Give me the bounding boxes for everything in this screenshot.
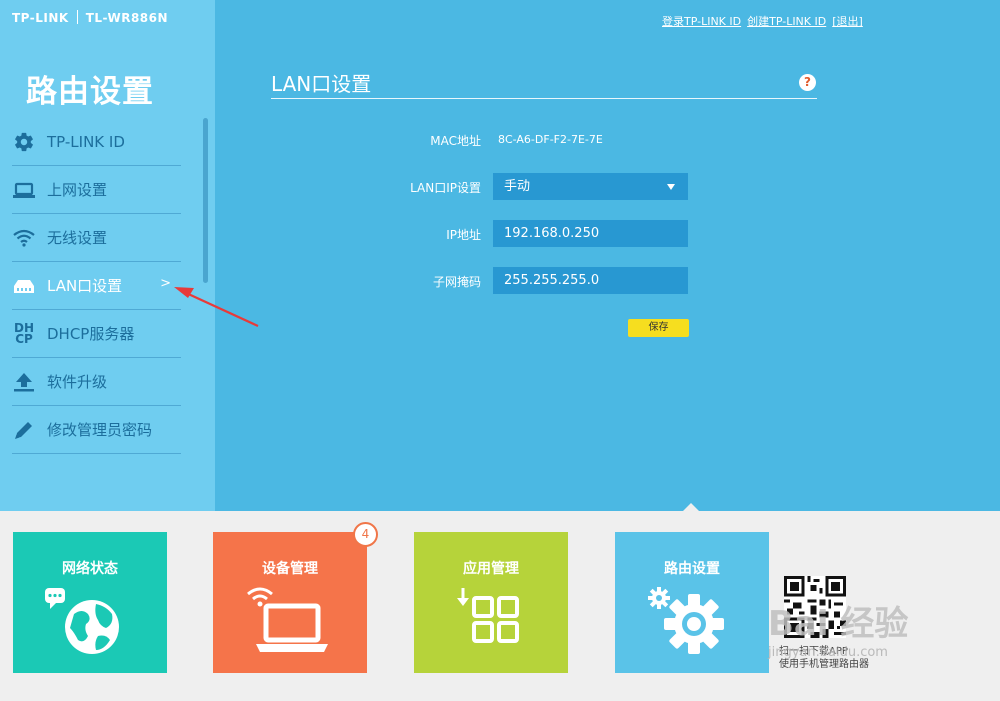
model-name: TL-WR886N	[85, 11, 169, 25]
active-tile-pointer	[683, 503, 699, 511]
laptop-wifi-icon	[247, 587, 328, 652]
upload-icon	[12, 370, 36, 394]
sidebar: TP-LINK TL-WR886N 路由设置 TP-LINK ID 上网设置 无线…	[0, 0, 215, 511]
ip-address-label: IP地址	[446, 228, 481, 242]
logout-link[interactable]: [退出]	[832, 15, 863, 28]
sidebar-item-tp-link-id[interactable]: TP-LINK ID	[12, 118, 181, 166]
router-icon	[12, 274, 36, 298]
page-title: LAN口设置	[271, 72, 372, 96]
sidebar-item-label: LAN口设置	[47, 277, 123, 295]
title-divider	[271, 98, 817, 99]
create-tp-link-id-link[interactable]: 创建TP-LINK ID	[747, 15, 826, 28]
tile-label: 应用管理	[463, 561, 519, 577]
brand: TP-LINK TL-WR886N	[12, 10, 168, 25]
dhcp-icon: DH CP	[13, 320, 34, 346]
sidebar-item-label: 上网设置	[47, 181, 108, 199]
sidebar-item-admin-password[interactable]: 修改管理员密码	[12, 406, 181, 454]
wifi-icon	[12, 226, 36, 250]
tile-app-management[interactable]: 应用管理	[414, 532, 568, 673]
save-button[interactable]: 保存	[628, 319, 689, 337]
qr-caption-line2: 使用手机管理路由器	[779, 659, 869, 670]
laptop-icon	[12, 178, 36, 202]
account-links: 登录TP-LINK ID 创建TP-LINK ID [退出]	[662, 13, 869, 29]
caret-down-icon	[667, 184, 675, 190]
lan-ip-mode-value: 手动	[504, 179, 531, 194]
qr-caption: 扫一扫下载APP 使用手机管理路由器	[779, 645, 869, 671]
gears-icon	[648, 587, 724, 654]
pencil-icon	[12, 418, 36, 442]
subnet-mask-input[interactable]: 255.255.255.0	[493, 267, 688, 294]
tile-device-management[interactable]: 设备管理	[213, 532, 367, 673]
mac-address-label: MAC地址	[430, 134, 481, 148]
tile-label: 设备管理	[262, 561, 318, 577]
sidebar-item-dhcp[interactable]: DH CP DHCP服务器	[12, 310, 181, 358]
sidebar-item-upgrade[interactable]: 软件升级	[12, 358, 181, 406]
apps-grid-icon	[457, 588, 519, 643]
tp-link-logo: TP-LINK	[12, 11, 69, 25]
tile-network-status[interactable]: 网络状态	[13, 532, 167, 673]
sidebar-item-internet[interactable]: 上网设置	[12, 166, 181, 214]
tile-label: 网络状态	[62, 561, 118, 577]
tile-router-settings[interactable]: 路由设置	[615, 532, 769, 673]
qr-caption-line1: 扫一扫下载APP	[779, 646, 848, 657]
mac-address-value: 8C-A6-DF-F2-7E-7E	[498, 133, 603, 146]
subnet-mask-label: 子网掩码	[432, 275, 481, 289]
sidebar-item-label: 无线设置	[47, 229, 108, 247]
sidebar-scrollbar[interactable]	[203, 118, 208, 283]
sidebar-item-label: DHCP服务器	[47, 325, 135, 343]
annotation-arrow-icon	[174, 287, 259, 327]
device-count-badge: 4	[353, 522, 378, 547]
lan-ip-mode-label: LAN口IP设置	[410, 181, 481, 195]
sidebar-nav: TP-LINK ID 上网设置 无线设置 LAN口设置 > DH CP DHCP…	[12, 118, 181, 454]
sidebar-item-lan[interactable]: LAN口设置 >	[12, 262, 181, 310]
gear-icon	[12, 130, 36, 154]
sidebar-item-label: 软件升级	[47, 373, 108, 391]
lan-ip-mode-select[interactable]: 手动	[493, 173, 688, 200]
help-icon[interactable]: ?	[799, 74, 816, 91]
ip-address-input[interactable]: 192.168.0.250	[493, 220, 688, 247]
globe-icon	[45, 588, 119, 654]
sidebar-item-label: 修改管理员密码	[47, 421, 153, 439]
login-tp-link-id-link[interactable]: 登录TP-LINK ID	[662, 15, 741, 28]
qr-code-image	[784, 576, 846, 638]
sidebar-title: 路由设置	[26, 74, 154, 110]
sidebar-item-label: TP-LINK ID	[47, 132, 125, 151]
sidebar-item-wireless[interactable]: 无线设置	[12, 214, 181, 262]
tile-label: 路由设置	[664, 561, 720, 577]
